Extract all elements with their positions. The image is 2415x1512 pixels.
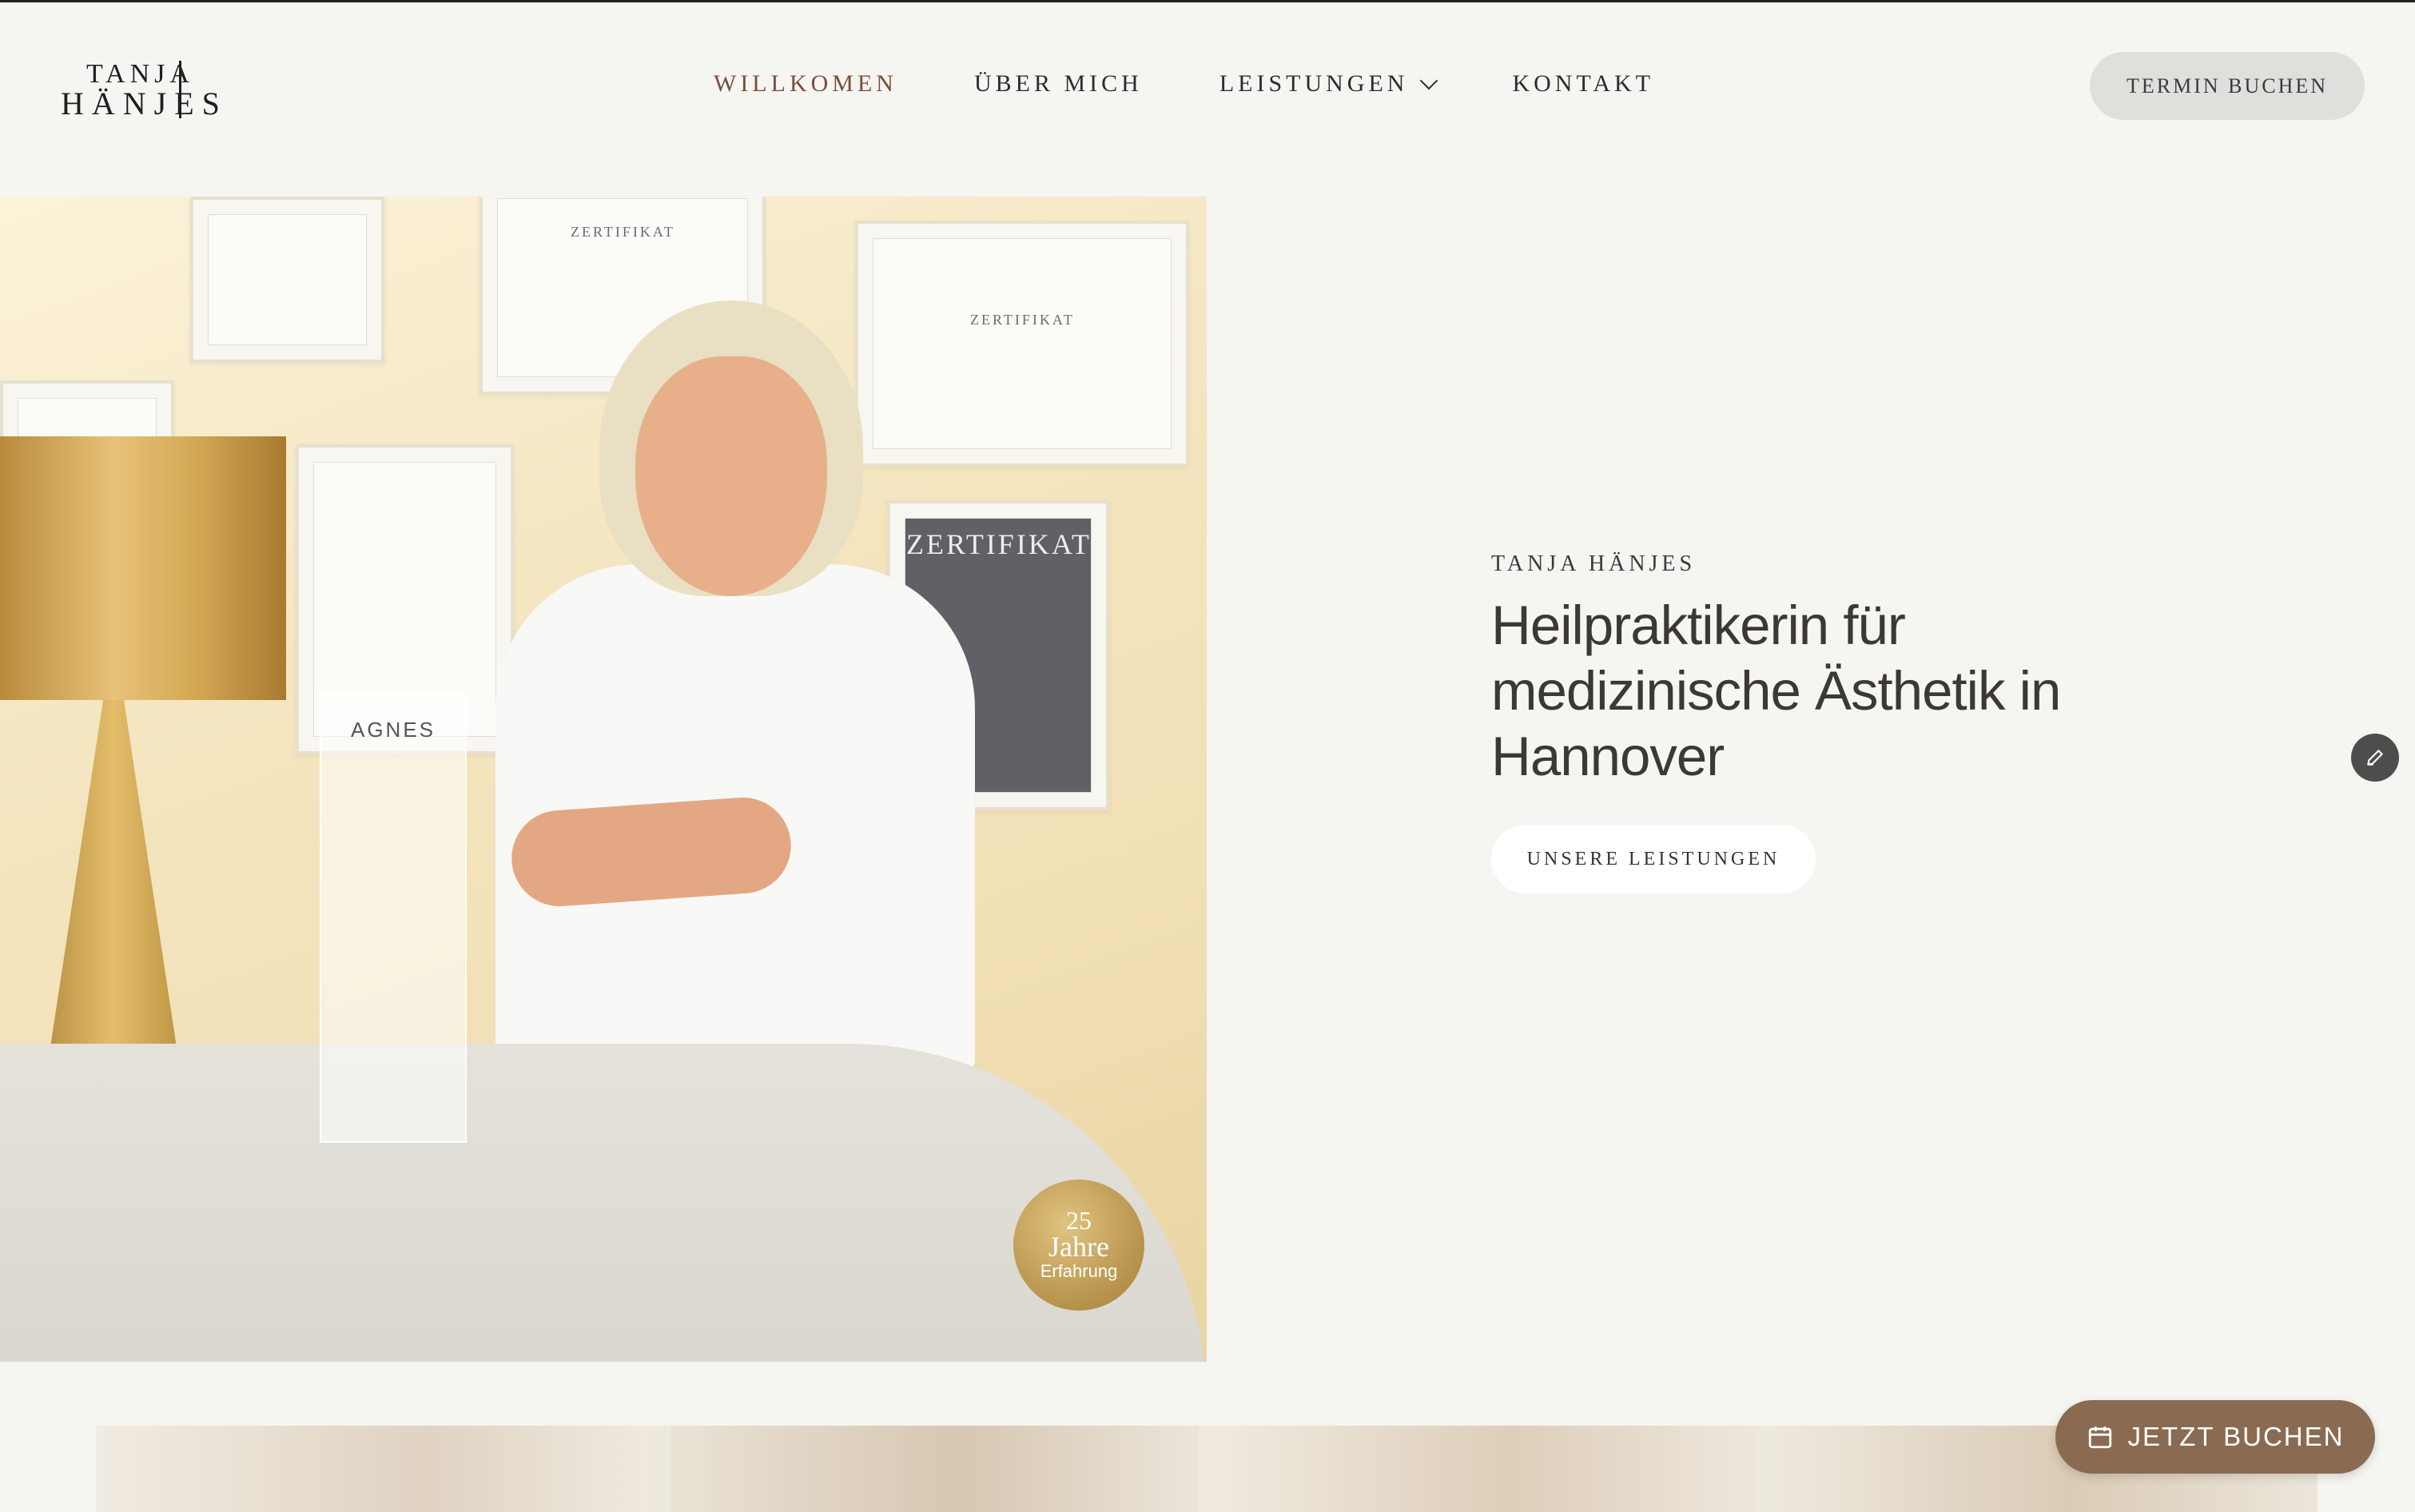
person-face xyxy=(635,356,827,596)
hero-kicker: TANJA HÄNJES xyxy=(1491,551,1697,576)
gallery-strip xyxy=(96,1426,2318,1512)
portrait-person xyxy=(495,300,975,1100)
nav-label: ÜBER MICH xyxy=(973,70,1143,97)
unsere-leistungen-button[interactable]: UNSERE LEISTUNGEN xyxy=(1491,825,1816,893)
nav-item-leistungen[interactable]: LEISTUNGEN xyxy=(1219,70,1438,97)
badge-number: 25 xyxy=(1066,1206,1092,1235)
jetzt-buchen-label: JETZT BUCHEN xyxy=(2127,1422,2345,1451)
gallery-image xyxy=(671,1426,1199,1512)
experience-badge: 25 Jahre Erfahrung xyxy=(1013,1180,1144,1311)
hero-text: TANJA HÄNJES Heilpraktikerin für medizin… xyxy=(1491,551,2099,893)
jetzt-buchen-button[interactable]: JETZT BUCHEN xyxy=(2055,1400,2375,1474)
reception-desk xyxy=(0,1044,1207,1362)
termin-buchen-button[interactable]: TERMIN BUCHEN xyxy=(2090,52,2365,120)
badge-caption: Erfahrung xyxy=(1040,1261,1118,1281)
hero-headline: Heilpraktikerin für medizinische Ästheti… xyxy=(1491,595,2061,787)
lamp-shade xyxy=(0,436,286,700)
calendar-icon xyxy=(2088,1426,2111,1449)
badge-unit: Jahre xyxy=(1048,1231,1109,1263)
certificate-label: ZERTIFIKAT xyxy=(970,312,1075,328)
nav-item-willkommen[interactable]: WILLKOMEN xyxy=(714,70,897,97)
certificate-label: ZERTIFIKAT xyxy=(571,224,675,240)
nav-item-kontakt[interactable]: KONTAKT xyxy=(1512,70,1654,97)
certificate-frame xyxy=(190,197,384,363)
top-border xyxy=(0,0,2415,2)
nav-item-ueber-mich[interactable]: ÜBER MICH xyxy=(974,70,1143,97)
nav-label: KONTAKT xyxy=(1512,70,1655,97)
chevron-down-icon xyxy=(1420,71,1438,90)
logo[interactable]: TANJA HÄNJES xyxy=(61,59,269,123)
main-navigation: WILLKOMEN ÜBER MICH LEISTUNGEN KONTAKT xyxy=(714,70,1731,97)
edit-pencil-icon[interactable] xyxy=(2351,734,2399,782)
person-arm xyxy=(508,794,794,910)
nav-label: LEISTUNGEN xyxy=(1219,70,1409,97)
gallery-image xyxy=(1207,1426,1758,1512)
hero-image: ZERTIFIKAT ZERTIFIKAT ZERTIFIKAT AGNES 2… xyxy=(0,197,1207,1362)
nav-label: WILLKOMEN xyxy=(714,70,897,97)
brochure-stand: AGNES xyxy=(320,692,467,1143)
logo-line-2: HÄNJES xyxy=(61,86,228,121)
gallery-image xyxy=(96,1426,647,1512)
brochure-brand: AGNES xyxy=(350,718,436,742)
